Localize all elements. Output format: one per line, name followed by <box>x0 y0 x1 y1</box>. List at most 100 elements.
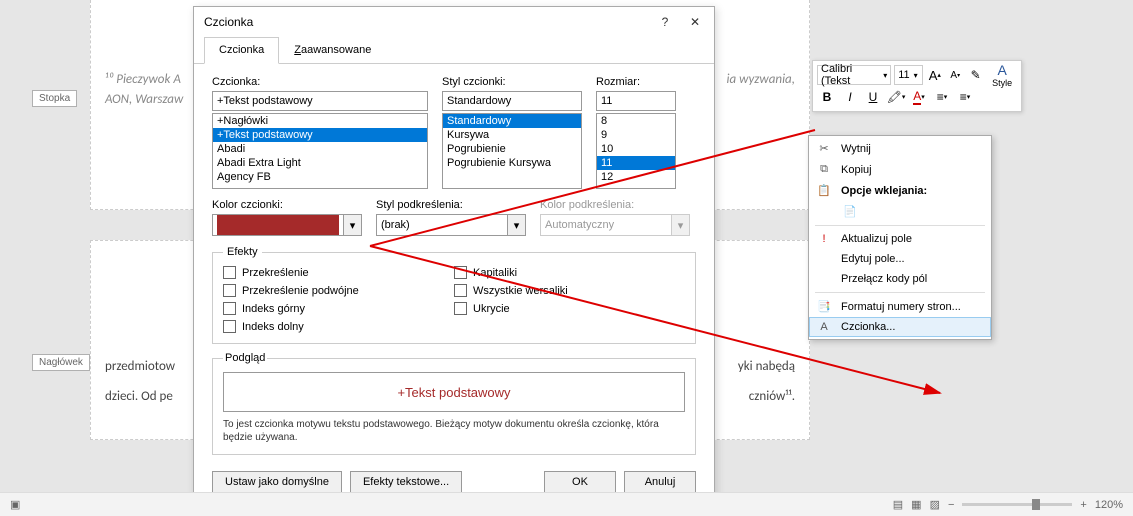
list-item[interactable]: 8 <box>597 114 675 128</box>
tab-czcionka[interactable]: Czcionka <box>204 37 279 64</box>
style-listbox[interactable]: Standardowy Kursywa Pogrubienie Pogrubie… <box>442 113 582 189</box>
bullets-icon[interactable]: ≡▾ <box>932 87 952 107</box>
ok-button[interactable]: OK <box>544 471 616 493</box>
cut-icon: ✂ <box>815 142 833 155</box>
list-item[interactable]: 9 <box>597 128 675 142</box>
label-czcionka: Czcionka: <box>212 76 428 88</box>
statusbar: ▣ ▤ ▦ ▨ − + 120% <box>0 492 1133 516</box>
help-button[interactable]: ? <box>650 11 680 33</box>
label-kolor-podkr: Kolor podkreślenia: <box>540 199 690 211</box>
shrink-font-icon[interactable]: A▾ <box>947 65 964 85</box>
list-item[interactable]: 10 <box>597 142 675 156</box>
chk-indeks-gorny[interactable]: Indeks górny <box>223 302 454 315</box>
list-item[interactable]: +Tekst podstawowy <box>213 128 427 142</box>
underline-icon[interactable]: U <box>863 87 883 107</box>
ctx-formatuj[interactable]: 📑Formatuj numery stron... <box>809 296 991 317</box>
font-name-combo[interactable]: Calibri (Tekst▾ <box>817 65 891 85</box>
tabs: Czcionka Zaawansowane <box>194 37 714 64</box>
font-dialog: Czcionka ? ✕ Czcionka Zaawansowane Czcio… <box>193 6 715 514</box>
ctx-opcje-wklejania: 📋Opcje wklejania: <box>809 180 991 201</box>
mini-toolbar: Calibri (Tekst▾ 11▾ A▴ A▾ ✎ AStyle B I U… <box>812 60 1022 112</box>
chevron-down-icon: ▾ <box>507 215 525 235</box>
format-painter-icon[interactable]: ✎ <box>967 65 984 85</box>
preview-legend: Podgląd <box>223 352 267 364</box>
highlight-icon[interactable]: 🖍▾ <box>886 87 906 107</box>
list-item[interactable]: Pogrubienie <box>443 142 581 156</box>
list-item[interactable]: Abadi Extra Light <box>213 156 427 170</box>
list-item[interactable]: 12 <box>597 170 675 184</box>
ctx-aktualizuj[interactable]: !Aktualizuj pole <box>809 229 991 249</box>
zoom-level[interactable]: 120% <box>1095 499 1123 511</box>
label-podkreslenie: Styl podkreślenia: <box>376 199 526 211</box>
ctx-wytnij[interactable]: ✂Wytnij <box>809 138 991 159</box>
preview-box: +Tekst podstawowy <box>223 372 685 412</box>
style-input[interactable] <box>442 91 582 111</box>
list-item[interactable]: Pogrubienie Kursywa <box>443 156 581 170</box>
dialog-title: Czcionka <box>204 15 650 29</box>
print-layout-icon[interactable]: ▦ <box>911 498 921 511</box>
size-input[interactable] <box>596 91 676 111</box>
preview-note: To jest czcionka motywu tekstu podstawow… <box>223 418 685 444</box>
close-button[interactable]: ✕ <box>680 11 710 33</box>
ctx-kopiuj[interactable]: ⧉Kopiuj <box>809 159 991 180</box>
body-text-2-tail: czniów¹¹. <box>749 389 795 404</box>
underline-color-value: Automatyczny <box>541 215 671 235</box>
zoom-in-icon[interactable]: + <box>1080 499 1086 511</box>
ctx-edytuj[interactable]: Edytuj pole... <box>809 249 991 269</box>
ctx-paste-option[interactable]: 📄 <box>809 201 991 222</box>
effects-legend: Efekty <box>223 246 262 258</box>
update-icon: ! <box>815 233 833 245</box>
list-item[interactable]: Agency FB <box>213 170 427 184</box>
ctx-przelacz[interactable]: Przełącz kody pól <box>809 269 991 289</box>
footnote-line2: AON, Warszaw <box>105 92 183 107</box>
footnote-tail: ia wyzwania, <box>727 72 795 87</box>
paste-option-icon: 📄 <box>841 205 859 218</box>
font-input[interactable] <box>212 91 428 111</box>
tab-zaawansowane[interactable]: Zaawansowane <box>279 37 386 63</box>
chevron-down-icon: ▾ <box>343 215 361 235</box>
list-item[interactable]: Kursywa <box>443 128 581 142</box>
tag-naglowek[interactable]: Nagłówek <box>32 354 90 371</box>
tag-stopka[interactable]: Stopka <box>32 90 77 107</box>
web-layout-icon[interactable]: ▨ <box>930 498 940 511</box>
bold-icon[interactable]: B <box>817 87 837 107</box>
body-text-1-tail: yki nabędą <box>738 359 795 374</box>
underline-style-combo[interactable]: (brak) ▾ <box>376 214 526 236</box>
body-text-1: przedmiotow <box>105 359 175 374</box>
underline-style-value: (brak) <box>377 215 507 235</box>
macro-icon[interactable]: ▣ <box>10 498 20 511</box>
cancel-button[interactable]: Anuluj <box>624 471 696 493</box>
chk-przekreslenie[interactable]: Przekreślenie <box>223 266 454 279</box>
zoom-out-icon[interactable]: − <box>948 499 954 511</box>
numbering-icon[interactable]: ≡▾ <box>955 87 975 107</box>
font-color-combo[interactable]: ▾ <box>212 214 362 236</box>
label-styl: Styl czcionki: <box>442 76 582 88</box>
chk-ukrycie[interactable]: Ukrycie <box>454 302 685 315</box>
chk-przekreslenie-podwojne[interactable]: Przekreślenie podwójne <box>223 284 454 297</box>
styles-icon[interactable]: AStyle <box>987 65 1017 85</box>
list-item[interactable]: +Nagłówki <box>213 114 427 128</box>
list-item[interactable]: 11 <box>597 156 675 170</box>
body-text-2: dzieci. Od pe <box>105 389 173 404</box>
ctx-czcionka[interactable]: ACzcionka... <box>809 317 991 337</box>
italic-icon[interactable]: I <box>840 87 860 107</box>
chk-wszystkie-wersaliki[interactable]: Wszystkie wersaliki <box>454 284 685 297</box>
preview-group: Podgląd +Tekst podstawowy To jest czcion… <box>212 352 696 455</box>
chevron-down-icon: ▾ <box>671 215 689 235</box>
font-color-icon[interactable]: A▾ <box>909 87 929 107</box>
color-swatch <box>217 215 339 235</box>
text-effects-button[interactable]: Efekty tekstowe... <box>350 471 462 493</box>
chk-indeks-dolny[interactable]: Indeks dolny <box>223 320 454 333</box>
copy-icon: ⧉ <box>815 163 833 176</box>
grow-font-icon[interactable]: A▴ <box>926 65 943 85</box>
size-listbox[interactable]: 8 9 10 11 12 <box>596 113 676 189</box>
read-mode-icon[interactable]: ▤ <box>893 498 903 511</box>
chk-kapitaliki[interactable]: Kapitaliki <box>454 266 685 279</box>
list-item[interactable]: Abadi <box>213 142 427 156</box>
font-listbox[interactable]: +Nagłówki +Tekst podstawowy Abadi Abadi … <box>212 113 428 189</box>
font-icon: A <box>815 321 833 333</box>
list-item[interactable]: Standardowy <box>443 114 581 128</box>
set-default-button[interactable]: Ustaw jako domyślne <box>212 471 342 493</box>
zoom-slider[interactable] <box>962 503 1072 506</box>
font-size-combo[interactable]: 11▾ <box>894 65 923 85</box>
